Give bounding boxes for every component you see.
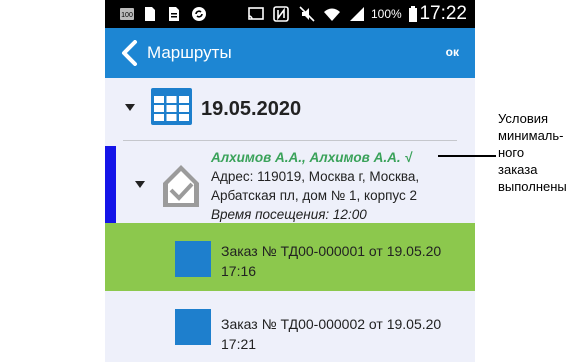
group-date: 19.05.2020	[201, 98, 302, 120]
order-item[interactable]: Заказ № ТД00-000001 от 19.05.20 17:16	[105, 223, 475, 291]
house-check-icon	[163, 165, 199, 207]
status-time: 17:22	[419, 3, 467, 24]
annotation-line: выполнены	[498, 179, 567, 194]
calendar-table-icon	[151, 88, 192, 125]
client-name: Алхимов А.А., Алхимов А.А. √	[211, 150, 412, 165]
date-group-row[interactable]: 19.05.2020	[105, 78, 475, 138]
page-title: Маршруты	[147, 43, 232, 62]
visit-time: Время посещения: 12:00	[211, 207, 367, 222]
wifi-icon	[324, 8, 340, 21]
notification-100-icon: 100	[120, 8, 134, 20]
callout-line	[438, 155, 496, 157]
order-time: 17:16	[221, 263, 257, 279]
annotation-line: заказа	[498, 162, 538, 177]
sync-icon	[192, 7, 206, 21]
order-icon	[175, 309, 211, 345]
order-item[interactable]: Заказ № ТД00-000002 от 19.05.20 17:21	[105, 291, 475, 359]
order-icon	[175, 241, 211, 277]
expand-arrow-icon[interactable]	[125, 104, 135, 111]
expand-arrow-icon[interactable]	[135, 181, 145, 188]
svg-text:100: 100	[121, 12, 133, 19]
status-bar: 100 100% 17:22	[105, 0, 475, 28]
annotation-callout: Условия минималь- ного заказа выполнены	[498, 110, 582, 195]
cast-icon	[248, 7, 264, 20]
phone-screen: 100 100% 17:22 Маршруты ок 19.05.2020 Ал…	[105, 0, 475, 362]
address-line-2: Арбатская пл, дом № 1, корпус 2	[211, 188, 418, 203]
mute-icon	[299, 6, 315, 22]
app-bar: Маршруты ок	[105, 28, 475, 78]
order-title: Заказ № ТД00-000002 от 19.05.20	[221, 316, 442, 332]
annotation-line: ного	[498, 145, 525, 160]
ok-button[interactable]: ок	[446, 45, 459, 59]
annotation-line: минималь-	[498, 128, 564, 143]
annotation-line: Условия	[498, 111, 549, 126]
nfc-icon	[273, 6, 289, 22]
order-time: 17:21	[221, 336, 257, 352]
chevron-left-icon[interactable]	[119, 40, 139, 66]
signal-icon	[350, 7, 364, 21]
order-title: Заказ № ТД00-000001 от 19.05.20	[221, 243, 442, 259]
sim-card-icon	[145, 7, 155, 21]
address-line-1: Адрес: 119019, Москва г, Москва,	[211, 169, 420, 184]
battery-percent: 100%	[371, 7, 402, 21]
battery-icon	[409, 6, 417, 22]
file-icon	[169, 7, 179, 21]
